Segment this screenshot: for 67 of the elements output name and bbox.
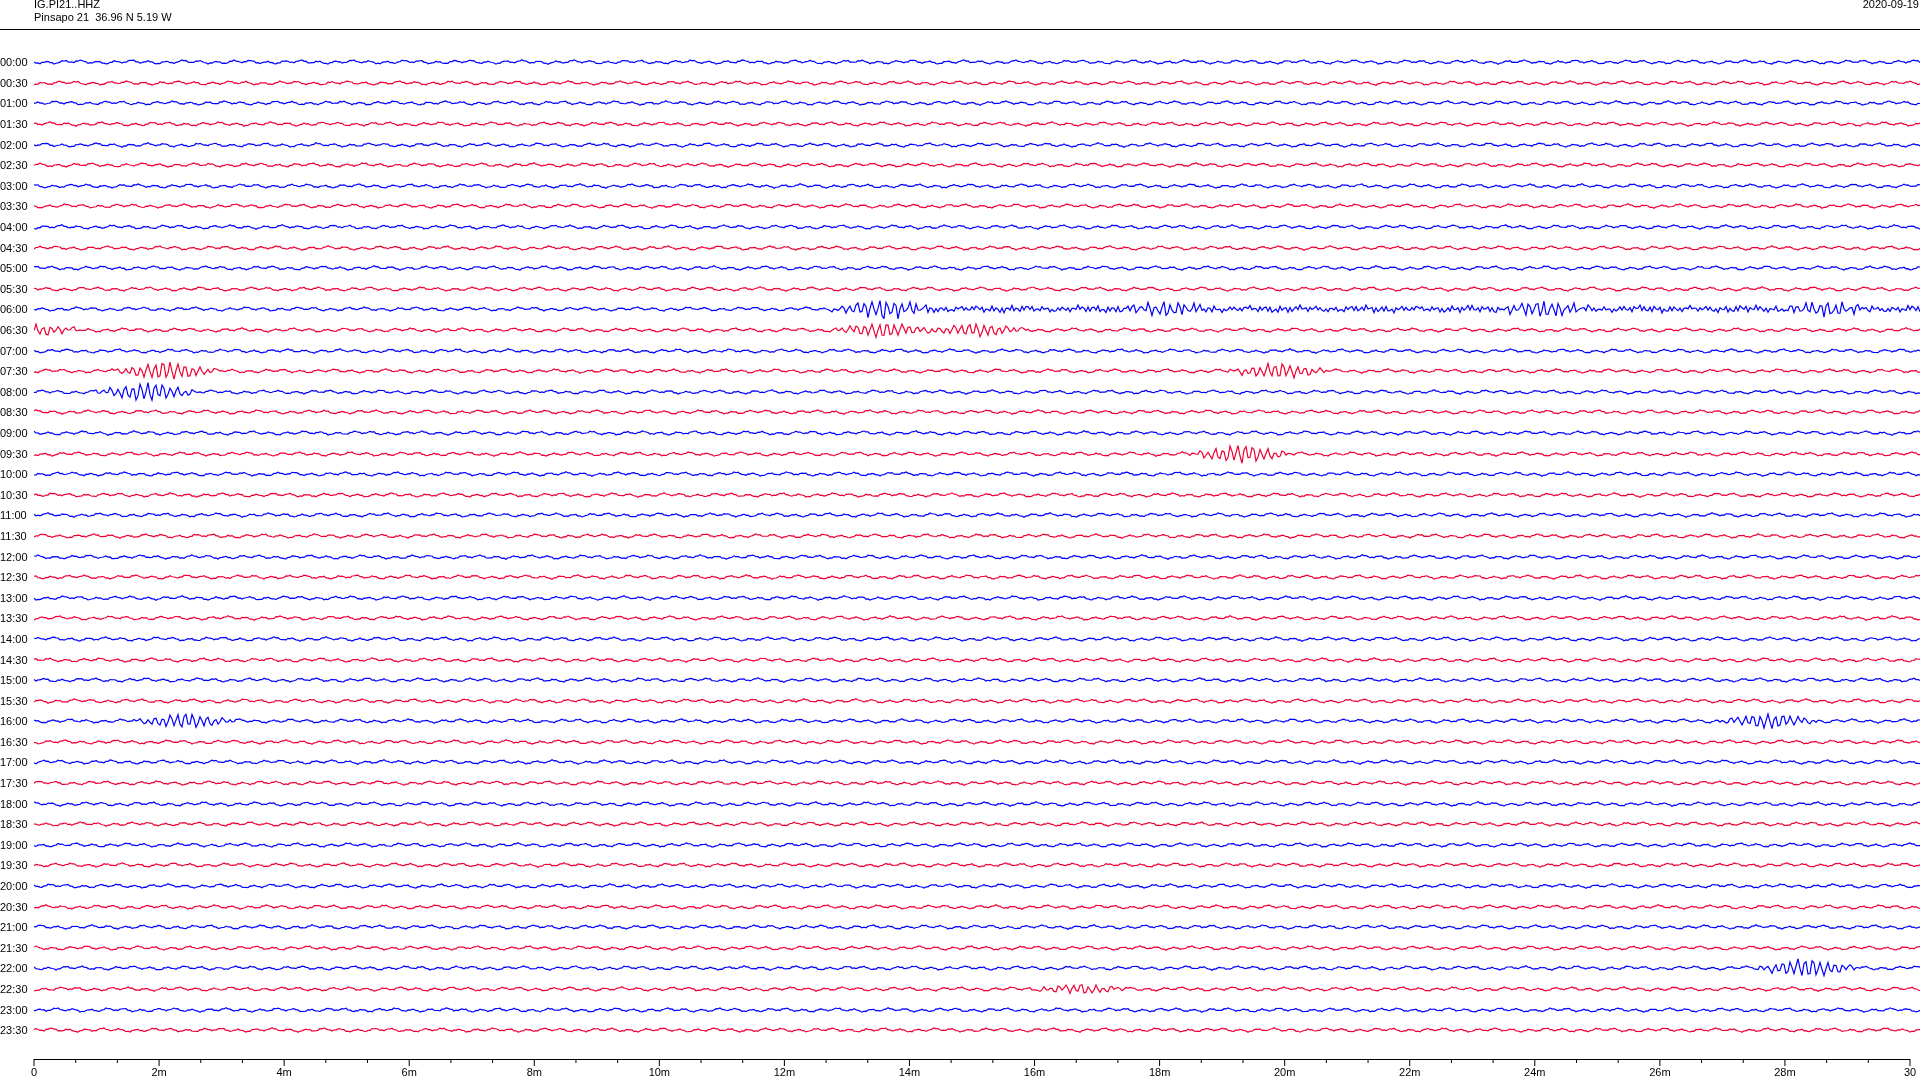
axis-tick-label: 2m [151,1065,167,1078]
axis-tick-label: 0 [30,1065,38,1078]
axis-tick-label: 12m [773,1065,796,1078]
axis-tick-label: 28m [1774,1065,1796,1078]
station-info: Pinsapo 21 36.96 N 5.19 W [34,11,172,24]
time-label: 19:00 [0,838,29,851]
axis-tick-label: 8m [526,1065,542,1078]
axis-tick-label: 24m [1524,1065,1546,1078]
time-label: 07:00 [0,344,29,357]
time-label: 12:30 [0,571,29,584]
time-label: 09:30 [0,447,29,460]
time-label: 15:00 [0,674,29,687]
time-label: 18:30 [0,818,29,831]
time-label: 01:00 [0,97,29,110]
time-label: 13:30 [0,612,29,625]
time-label: 02:30 [0,159,29,172]
time-label: 05:30 [0,282,29,295]
time-label: 06:00 [0,303,29,316]
axis-tick-label: 18m [1148,1065,1171,1078]
channel-code: IG.PI21..HHZ [34,0,102,11]
axis-tick-label: 14m [898,1065,921,1078]
time-label: 00:00 [0,56,29,69]
time-label: 10:00 [0,468,29,481]
time-label: 03:00 [0,179,29,192]
time-label: 11:00 [0,509,28,522]
time-label: 11:30 [0,529,28,542]
time-label: 04:30 [0,241,29,254]
time-label: 05:00 [0,262,29,275]
time-label: 08:30 [0,406,29,419]
time-label: 22:30 [0,983,29,995]
time-label: 23:30 [0,1024,29,1037]
time-label: 22:00 [0,962,29,975]
time-label: 23:00 [0,1003,29,1016]
time-label: 08:00 [0,385,29,398]
time-label: 03:30 [0,200,29,213]
time-label: 17:00 [0,756,29,769]
time-label: 01:30 [0,118,29,131]
time-label: 10:30 [0,488,29,501]
time-label: 02:00 [0,138,29,151]
time-label: 16:00 [0,715,29,728]
time-label: 20:00 [0,880,29,893]
time-label: 07:30 [0,365,29,378]
time-label: 04:00 [0,221,29,234]
axis-tick-label: 26m [1649,1065,1671,1078]
time-label: 21:30 [0,941,29,954]
axis-tick-label: 10m [648,1065,671,1078]
time-label: 18:00 [0,797,29,810]
time-label: 12:00 [0,550,29,563]
time-label: 14:00 [0,632,29,645]
time-label: 20:30 [0,900,29,913]
date-label: 2020-09-19 [1862,0,1919,12]
axis-tick-label: 6m [401,1065,417,1078]
time-label: 15:30 [0,694,29,707]
time-label: 09:00 [0,427,29,439]
axis-tick-label: 16m [1023,1065,1046,1078]
time-label: 14:30 [0,653,29,666]
time-label: 21:00 [0,921,29,934]
time-label: 19:30 [0,859,29,872]
time-label: 17:30 [0,777,29,790]
time-label: 13:00 [0,591,29,604]
time-label: 00:30 [0,76,29,89]
time-label: 06:30 [0,324,29,336]
axis-tick-label: 30 [1903,1065,1917,1078]
axis-tick-label: 22m [1399,1065,1421,1078]
time-label: 16:30 [0,735,29,748]
axis-tick-label: 20m [1273,1065,1296,1078]
axis-tick-label: 4m [276,1065,292,1078]
